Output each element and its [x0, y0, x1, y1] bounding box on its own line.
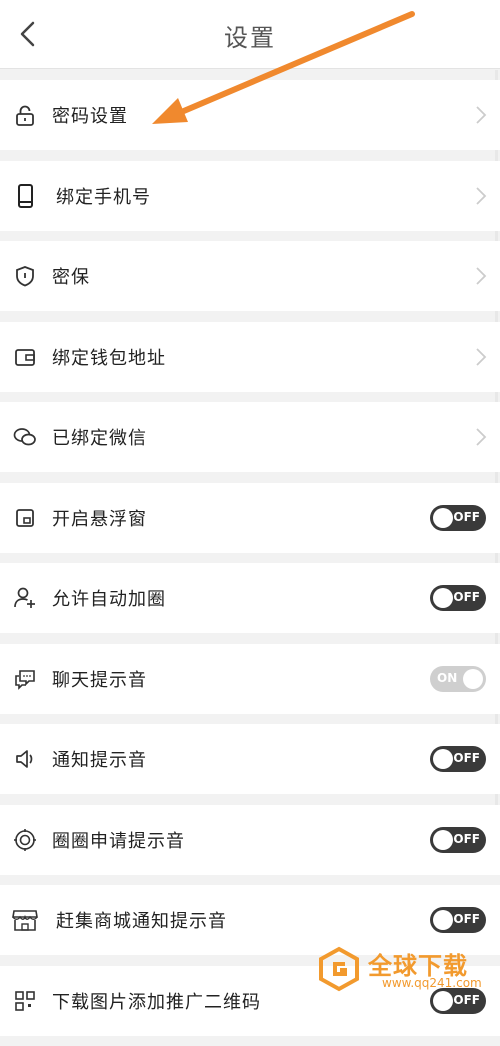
row-label: 密保 — [52, 267, 90, 288]
toggle-state-text: OFF — [453, 509, 480, 524]
settings-row-market-notification-sound: 赶集商城通知提示音 OFF — [0, 885, 500, 955]
auto-join-circle-toggle[interactable]: OFF — [430, 585, 486, 611]
settings-row-wallet-address[interactable]: 绑定钱包地址 — [0, 321, 500, 392]
settings-row-security-question[interactable]: 密保 — [0, 241, 500, 311]
chevron-right-icon — [476, 428, 487, 446]
row-label: 密码设置 — [52, 106, 128, 127]
toggle-knob — [433, 990, 453, 1011]
notification-sound-toggle[interactable]: OFF — [430, 746, 486, 772]
row-label: 赶集商城通知提示音 — [56, 911, 227, 932]
settings-row-circle-request-sound: 圈圈申请提示音 OFF — [0, 804, 500, 875]
toggle-knob — [433, 507, 453, 528]
settings-row-download-qr-code: 下载图片添加推广二维码 OFF — [0, 965, 500, 1036]
add-user-icon — [13, 586, 37, 610]
phone-icon — [13, 183, 37, 208]
settings-row-floating-window: 开启悬浮窗 OFF — [0, 482, 500, 553]
top-bar: 设置 — [0, 0, 500, 69]
toggle-knob — [433, 910, 453, 930]
settings-row-bind-phone[interactable]: 绑定手机号 — [0, 160, 500, 231]
settings-row-auto-join-circle: 允许自动加圈 OFF — [0, 563, 500, 633]
row-label: 绑定手机号 — [56, 186, 151, 208]
shield-icon — [13, 264, 37, 288]
chevron-right-icon — [476, 186, 487, 205]
lock-icon — [13, 103, 37, 127]
target-icon — [13, 828, 37, 852]
row-label: 开启悬浮窗 — [52, 508, 147, 530]
qr-code-icon — [13, 989, 37, 1013]
toggle-knob — [433, 749, 453, 769]
row-label: 通知提示音 — [52, 750, 147, 771]
speaker-icon — [13, 747, 37, 771]
toggle-knob — [433, 588, 453, 608]
settings-row-notification-sound: 通知提示音 OFF — [0, 724, 500, 794]
toggle-state-text: OFF — [453, 751, 480, 765]
toggle-knob — [433, 829, 453, 850]
wallet-icon — [13, 345, 37, 369]
floating-window-icon — [13, 506, 37, 530]
floating-window-toggle[interactable]: OFF — [430, 504, 486, 531]
circle-request-sound-toggle[interactable]: OFF — [430, 826, 486, 853]
market-notification-sound-toggle[interactable]: OFF — [430, 907, 486, 933]
page-title: 设置 — [224, 24, 276, 52]
row-label: 允许自动加圈 — [52, 589, 166, 610]
toggle-state-text: OFF — [453, 590, 480, 604]
chevron-right-icon — [476, 347, 487, 366]
toggle-state-text: ON — [437, 670, 458, 685]
store-icon — [11, 908, 39, 932]
chevron-right-icon — [476, 267, 487, 285]
chat-sound-toggle[interactable]: ON — [430, 665, 486, 692]
wechat-icon — [13, 425, 37, 449]
toggle-knob — [463, 668, 483, 689]
settings-row-chat-sound: 聊天提示音 ON — [0, 643, 500, 714]
toggle-state-text: OFF — [453, 912, 480, 926]
toggle-state-text: OFF — [453, 831, 480, 846]
chevron-right-icon — [476, 106, 487, 124]
row-label: 聊天提示音 — [52, 669, 147, 691]
row-label: 下载图片添加推广二维码 — [52, 991, 261, 1013]
settings-row-password[interactable]: 密码设置 — [0, 80, 500, 150]
chat-icon — [13, 667, 37, 691]
row-label: 圈圈申请提示音 — [52, 830, 185, 852]
settings-row-wechat[interactable]: 已绑定微信 — [0, 402, 500, 472]
download-qr-code-toggle[interactable]: OFF — [430, 987, 486, 1014]
row-label: 已绑定微信 — [52, 428, 147, 449]
toggle-state-text: OFF — [453, 992, 480, 1007]
row-label: 绑定钱包地址 — [52, 347, 166, 369]
settings-list: 密码设置 绑定手机号 密保 绑定钱包地址 已绑定微信 开启悬浮窗 OFF 允许自… — [0, 80, 500, 1046]
